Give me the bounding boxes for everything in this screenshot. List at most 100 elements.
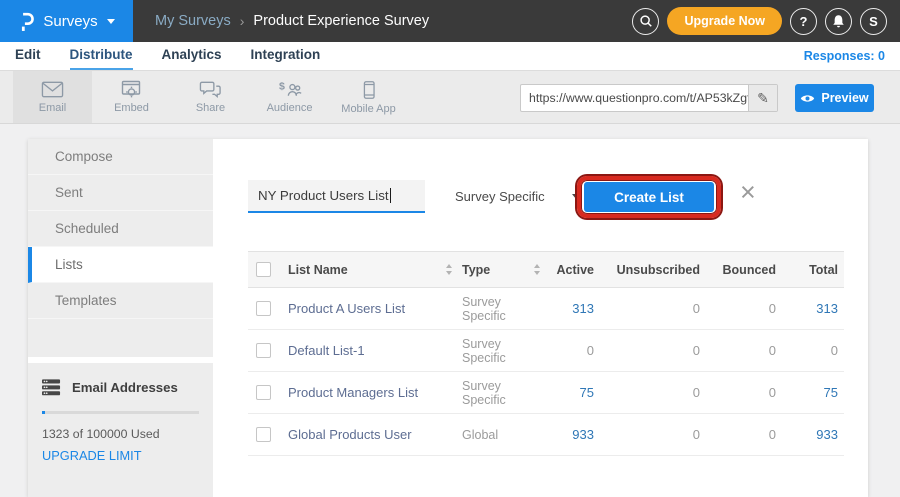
- row-checkbox[interactable]: [256, 427, 271, 442]
- pencil-icon: ✎: [757, 90, 769, 107]
- lists-panel: Compose Sent Scheduled Lists Templates: [28, 139, 868, 497]
- sidebar-item-scheduled[interactable]: Scheduled: [28, 211, 213, 247]
- tab-analytics[interactable]: Analytics: [162, 42, 222, 70]
- column-header-total: Total: [790, 263, 844, 277]
- column-header-unsubscribed: Unsubscribed: [602, 263, 712, 277]
- text-cursor: [390, 188, 392, 203]
- upgrade-now-button[interactable]: Upgrade Now: [667, 7, 782, 35]
- bounced-count: 0: [712, 385, 790, 400]
- active-count: 0: [550, 343, 602, 358]
- bounced-count: 0: [712, 427, 790, 442]
- page-title: Product Experience Survey: [253, 13, 429, 29]
- preview-button[interactable]: Preview: [795, 84, 874, 112]
- total-count[interactable]: 75: [790, 385, 844, 400]
- list-type-dropdown[interactable]: Survey Specific: [455, 180, 580, 213]
- responses-count[interactable]: Responses: 0: [804, 49, 885, 63]
- question-mark-icon: ?: [800, 14, 808, 29]
- content-area: Compose Sent Scheduled Lists Templates: [0, 125, 900, 497]
- search-button[interactable]: [632, 8, 659, 35]
- table-row: Product Managers List Survey Specific 75…: [248, 372, 844, 414]
- questionpro-logo-icon: [18, 11, 34, 32]
- sort-icon[interactable]: [534, 264, 540, 275]
- email-icon: [41, 80, 64, 99]
- sort-icon[interactable]: [446, 264, 452, 275]
- annotation-highlight: Create List: [577, 176, 721, 218]
- channel-audience[interactable]: $ Audience: [250, 71, 329, 123]
- account-avatar[interactable]: S: [860, 8, 887, 35]
- tab-integration[interactable]: Integration: [251, 42, 321, 70]
- questionpro-distribute-lists-screen: Surveys My Surveys › Product Experience …: [0, 0, 900, 497]
- survey-url-field: https://www.questionpro.com/t/AP53kZgfo …: [520, 84, 778, 112]
- sidebar-item-lists[interactable]: Lists: [28, 247, 213, 283]
- breadcrumb-separator: ›: [240, 13, 245, 29]
- mobile-app-icon: [358, 80, 380, 100]
- email-sidebar: Compose Sent Scheduled Lists Templates: [28, 139, 213, 497]
- column-header-list-name[interactable]: List Name: [288, 263, 348, 277]
- email-usage-progress-bar: [42, 411, 199, 414]
- bounced-count: 0: [712, 343, 790, 358]
- avatar-initial: S: [869, 14, 878, 29]
- breadcrumb-my-surveys[interactable]: My Surveys: [155, 13, 231, 29]
- distribute-channel-toolbar: Email Embed Share $: [0, 70, 900, 124]
- list-name-link[interactable]: Product Managers List: [288, 385, 418, 400]
- search-icon: [639, 14, 653, 28]
- channel-email[interactable]: Email: [13, 71, 92, 123]
- share-icon: [199, 80, 222, 99]
- product-name: Surveys: [43, 13, 97, 30]
- bell-icon: [831, 14, 846, 29]
- list-name-link[interactable]: Global Products User: [288, 427, 412, 442]
- sidebar-item-compose[interactable]: Compose: [28, 139, 213, 175]
- unsubscribed-count: 0: [602, 427, 712, 442]
- surveys-product-switcher[interactable]: Surveys: [0, 0, 133, 42]
- lists-main: NY Product Users List Survey Specific Cr…: [213, 139, 868, 497]
- total-count[interactable]: 313: [790, 301, 844, 316]
- embed-icon: [121, 80, 143, 99]
- notifications-button[interactable]: [825, 8, 852, 35]
- chevron-down-icon: [107, 19, 115, 24]
- top-bar: Surveys My Surveys › Product Experience …: [0, 0, 900, 42]
- column-header-bounced: Bounced: [712, 263, 790, 277]
- svg-text:$: $: [278, 81, 284, 93]
- eye-icon: [800, 93, 815, 104]
- channel-share[interactable]: Share: [171, 71, 250, 123]
- unsubscribed-count: 0: [602, 343, 712, 358]
- column-header-active: Active: [550, 263, 602, 277]
- total-count[interactable]: 933: [790, 427, 844, 442]
- close-icon[interactable]: ×: [740, 179, 756, 206]
- channel-mobile-app[interactable]: Mobile App: [329, 71, 408, 123]
- table-header-row: List Name Type Active Unsubscribed Bounc…: [248, 251, 844, 288]
- create-list-button[interactable]: Create List: [584, 182, 714, 212]
- select-all-checkbox[interactable]: [256, 262, 271, 277]
- email-usage-progress-fill: [42, 411, 45, 414]
- sidebar-item-templates[interactable]: Templates: [28, 283, 213, 319]
- survey-tab-bar: Edit Distribute Analytics Integration Re…: [0, 42, 900, 70]
- list-name-input[interactable]: NY Product Users List: [248, 180, 425, 213]
- total-count: 0: [790, 343, 844, 358]
- unsubscribed-count: 0: [602, 385, 712, 400]
- row-checkbox[interactable]: [256, 343, 271, 358]
- survey-url-input[interactable]: https://www.questionpro.com/t/AP53kZgfo: [521, 85, 748, 111]
- upgrade-limit-link[interactable]: UPGRADE LIMIT: [42, 448, 142, 463]
- tab-edit[interactable]: Edit: [15, 42, 41, 70]
- breadcrumb: My Surveys › Product Experience Survey: [155, 13, 429, 29]
- email-lists-table: List Name Type Active Unsubscribed Bounc…: [248, 251, 844, 456]
- row-checkbox[interactable]: [256, 385, 271, 400]
- list-name-link[interactable]: Default List-1: [288, 343, 365, 358]
- list-name-link[interactable]: Product A Users List: [288, 301, 405, 316]
- edit-url-button[interactable]: ✎: [748, 85, 777, 111]
- tab-distribute[interactable]: Distribute: [70, 42, 133, 70]
- help-button[interactable]: ?: [790, 8, 817, 35]
- email-addresses-panel: Email Addresses 1323 of 100000 Used UPGR…: [28, 363, 213, 497]
- active-count[interactable]: 75: [550, 385, 602, 400]
- column-header-type[interactable]: Type: [462, 263, 490, 277]
- unsubscribed-count: 0: [602, 301, 712, 316]
- address-list-icon: [42, 379, 61, 396]
- row-checkbox[interactable]: [256, 301, 271, 316]
- active-count[interactable]: 933: [550, 427, 602, 442]
- channel-embed[interactable]: Embed: [92, 71, 171, 123]
- active-count[interactable]: 313: [550, 301, 602, 316]
- sidebar-filler: [28, 319, 213, 357]
- bounced-count: 0: [712, 301, 790, 316]
- sidebar-item-sent[interactable]: Sent: [28, 175, 213, 211]
- table-row: Global Products User Global 933 0 0 933: [248, 414, 844, 456]
